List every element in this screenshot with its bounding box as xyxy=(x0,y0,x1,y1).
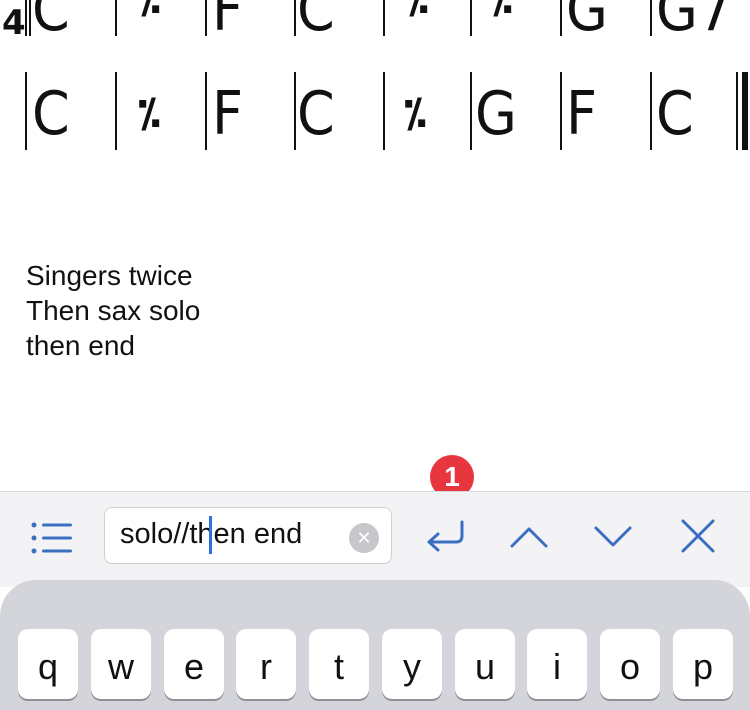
repeat-sign: ⁒ xyxy=(404,91,427,137)
chord: F xyxy=(566,79,598,149)
chord-row-1: 4 C ⁒ F C ⁒ ⁒ G G7 xyxy=(0,0,750,40)
key-u[interactable]: u xyxy=(455,629,515,699)
return-icon[interactable] xyxy=(420,512,470,560)
key-q[interactable]: q xyxy=(18,629,78,699)
clear-icon[interactable]: ✕ xyxy=(349,523,379,553)
chord: F xyxy=(212,79,244,149)
search-field[interactable]: solo//then end ✕ xyxy=(104,507,392,564)
chord: C xyxy=(297,79,335,149)
key-y[interactable]: y xyxy=(382,629,442,699)
notes-line: Then sax solo xyxy=(26,295,201,326)
key-t[interactable]: t xyxy=(309,629,369,699)
chord: F xyxy=(212,0,244,45)
chevron-down-icon[interactable] xyxy=(588,512,638,560)
key-p[interactable]: p xyxy=(673,629,733,699)
chord: C xyxy=(32,79,70,149)
chord: G7 xyxy=(656,0,733,45)
key-i[interactable]: i xyxy=(527,629,587,699)
key-o[interactable]: o xyxy=(600,629,660,699)
notes-line: Singers twice xyxy=(26,260,193,291)
chord: C xyxy=(32,0,70,45)
time-signature: 4 xyxy=(2,3,26,43)
text-caret xyxy=(209,516,212,554)
chord-row-2: C ⁒ F C ⁒ G F C xyxy=(0,72,750,150)
chord: G xyxy=(566,0,608,45)
list-icon[interactable] xyxy=(30,520,72,556)
notes-text: Singers twice Then sax solo then end xyxy=(26,258,200,363)
repeat-sign: ⁒ xyxy=(138,91,161,137)
find-bar: solo//then end ✕ xyxy=(0,491,750,587)
key-r[interactable]: r xyxy=(236,629,296,699)
chord: G xyxy=(475,79,517,149)
keyboard: q w e r t y u i o p xyxy=(0,580,750,710)
chevron-up-icon[interactable] xyxy=(504,512,554,560)
repeat-sign: ⁒ xyxy=(490,0,513,23)
chord: C xyxy=(297,0,335,45)
repeat-sign: ⁒ xyxy=(138,0,161,23)
close-icon[interactable] xyxy=(673,512,723,560)
key-w[interactable]: w xyxy=(91,629,151,699)
repeat-sign: ⁒ xyxy=(406,0,429,23)
key-e[interactable]: e xyxy=(164,629,224,699)
notes-line: then end xyxy=(26,330,135,361)
chord: C xyxy=(656,79,694,149)
